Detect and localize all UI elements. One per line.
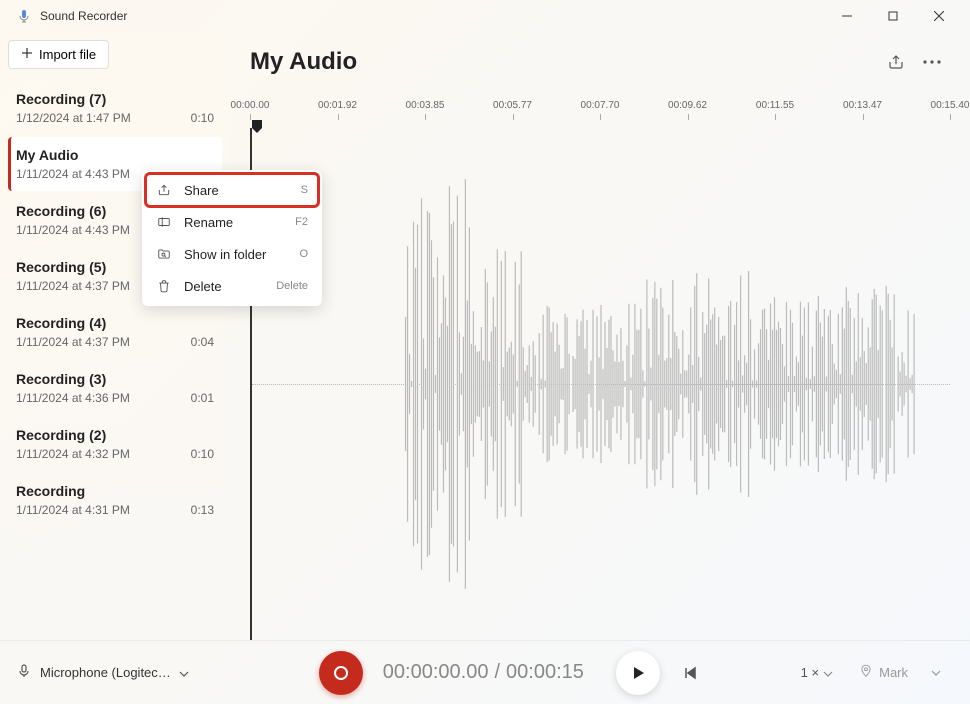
microphone-icon [16, 663, 32, 682]
waveform-area[interactable] [250, 128, 950, 640]
timeline-tick: 00:00.00 [231, 100, 270, 111]
recording-title: Recording (2) [16, 427, 214, 443]
timeline-tick: 00:07.70 [581, 100, 620, 111]
context-menu: Share S Rename F2 Show in folder O Delet… [142, 170, 322, 306]
mark-dropdown[interactable] [918, 655, 954, 691]
recording-item[interactable]: Recording (2) 1/11/2024 at 4:32 PM 0:10 [8, 417, 222, 471]
recording-date: 1/11/2024 at 4:31 PM [16, 503, 130, 517]
timeline-tick: 00:03.85 [406, 100, 445, 111]
share-header-button[interactable] [878, 44, 914, 80]
recording-title: Recording (7) [16, 91, 214, 107]
ctx-delete[interactable]: Delete Delete [146, 270, 318, 302]
folder-search-icon [156, 246, 172, 262]
sidebar: Import file Recording (7) 1/12/2024 at 1… [0, 32, 230, 640]
recording-date: 1/11/2024 at 4:36 PM [16, 391, 130, 405]
recording-title: Recording (3) [16, 371, 214, 387]
close-button[interactable] [916, 0, 962, 32]
skip-back-button[interactable] [672, 655, 708, 691]
recording-item[interactable]: Recording (4) 1/11/2024 at 4:37 PM 0:04 [8, 305, 222, 359]
timeline-tick: 00:11.55 [756, 100, 794, 111]
recordings-list: Recording (7) 1/12/2024 at 1:47 PM 0:10 My… [8, 81, 222, 632]
timeline-tick: 00:13.47 [843, 100, 882, 111]
maximize-button[interactable] [870, 0, 916, 32]
timeline-tick: 00:01.92 [318, 100, 357, 111]
waveform [252, 128, 950, 640]
ctx-share[interactable]: Share S [146, 174, 318, 206]
content-area: My Audio 00:00.00 00:01.92 00:03.85 00:05.7… [230, 32, 970, 640]
plus-icon [21, 47, 33, 62]
app-title: Sound Recorder [40, 9, 824, 23]
recording-item[interactable]: Recording (7) 1/12/2024 at 1:47 PM 0:10 [8, 81, 222, 135]
more-button[interactable] [914, 44, 950, 80]
timeline-tick: 00:09.62 [668, 100, 707, 111]
recording-duration: 0:13 [191, 503, 214, 517]
mark-button[interactable]: Mark [849, 658, 918, 687]
rename-icon [156, 214, 172, 230]
footer: Microphone (Logitec… 00:00:00.00/00:00:1… [0, 640, 970, 704]
record-button[interactable] [319, 651, 363, 695]
recording-title: Recording (4) [16, 315, 214, 331]
recording-title: My Audio [16, 147, 214, 163]
recording-duration: 0:10 [191, 111, 214, 125]
timeline-tick: 00:15.40 [931, 100, 970, 111]
recording-item[interactable]: Recording 1/11/2024 at 4:31 PM 0:13 [8, 473, 222, 527]
timeline-ruler[interactable]: 00:00.0000:01.9200:03.8500:05.7700:07.70… [250, 100, 950, 124]
page-title: My Audio [250, 48, 878, 76]
microphone-label: Microphone (Logitec… [40, 665, 171, 680]
import-label: Import file [39, 47, 96, 62]
app-icon [16, 8, 32, 24]
recording-duration: 0:04 [191, 335, 214, 349]
share-icon [156, 182, 172, 198]
microphone-selector[interactable]: Microphone (Logitec… [16, 663, 226, 682]
import-file-button[interactable]: Import file [8, 40, 109, 69]
chevron-down-icon [823, 665, 833, 680]
titlebar: Sound Recorder [0, 0, 970, 32]
playback-speed[interactable]: 1 × [801, 665, 833, 680]
recording-item[interactable]: Recording (3) 1/11/2024 at 4:36 PM 0:01 [8, 361, 222, 415]
play-button[interactable] [616, 651, 660, 695]
timecode: 00:00:00.00/00:00:15 [383, 661, 584, 684]
chevron-down-icon [179, 665, 189, 680]
recording-duration: 0:01 [191, 391, 214, 405]
recording-date: 1/11/2024 at 4:43 PM [16, 223, 130, 237]
minimize-button[interactable] [824, 0, 870, 32]
timeline-tick: 00:05.77 [493, 100, 532, 111]
recording-date: 1/11/2024 at 4:43 PM [16, 167, 130, 181]
recording-date: 1/11/2024 at 4:37 PM [16, 335, 130, 349]
marker-icon [859, 664, 873, 681]
recording-date: 1/12/2024 at 1:47 PM [16, 111, 131, 125]
trash-icon [156, 278, 172, 294]
recording-duration: 0:10 [191, 447, 214, 461]
recording-title: Recording [16, 483, 214, 499]
recording-date: 1/11/2024 at 4:37 PM [16, 279, 130, 293]
recording-date: 1/11/2024 at 4:32 PM [16, 447, 130, 461]
ctx-show-in-folder[interactable]: Show in folder O [146, 238, 318, 270]
ctx-rename[interactable]: Rename F2 [146, 206, 318, 238]
